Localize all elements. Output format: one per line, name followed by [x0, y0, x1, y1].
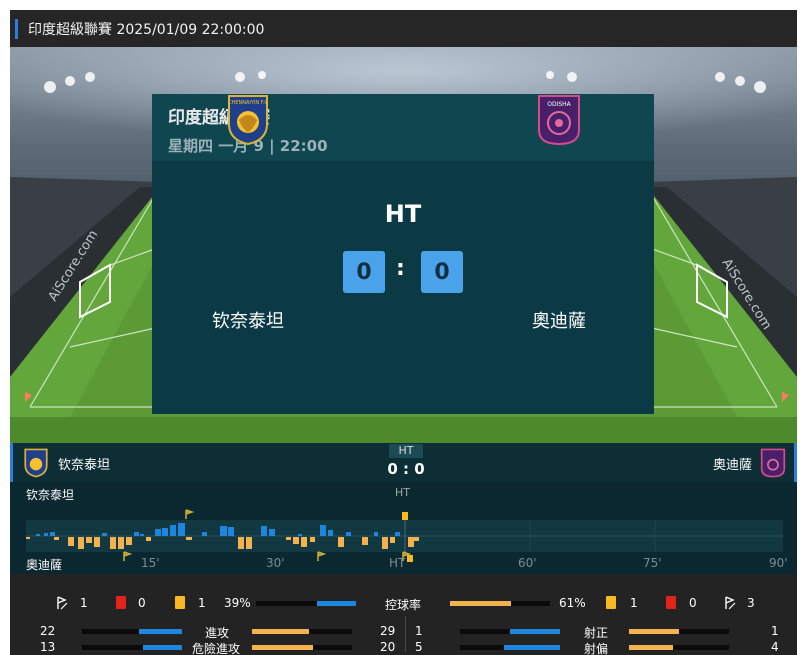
corner-flag-icon — [317, 551, 327, 561]
away-off-target-bar — [629, 645, 729, 650]
away-possession: 61% — [559, 596, 586, 610]
home-possession: 39% — [224, 596, 251, 610]
title-bar: 印度超級聯賽 2025/01/09 22:00:00 — [10, 10, 797, 47]
away-shots-off-target: 4 — [771, 640, 779, 654]
score-separator: : — [396, 256, 405, 281]
score-text: 0 : 0 — [387, 460, 425, 478]
tick-label: 75' — [643, 556, 662, 570]
away-team-name[interactable]: 奧迪薩 — [489, 307, 629, 333]
home-yellow-cards: 1 — [198, 596, 206, 610]
home-possession-bar — [256, 601, 356, 606]
home-shots-on-target: 1 — [415, 624, 423, 638]
home-team-name[interactable]: 钦奈泰坦 — [178, 307, 318, 333]
home-team-logo[interactable]: CHENNAIYIN F.C — [225, 94, 271, 146]
tick-label: 60' — [518, 556, 537, 570]
stadium-background: AiScore.com AiScore.com 印度超級聯賽 星期四 一月 9 … — [10, 47, 797, 443]
away-corners: 3 — [747, 596, 755, 610]
home-score: 0 — [343, 251, 385, 293]
tick-label: 90' — [769, 556, 788, 570]
home-attacks-bar — [82, 629, 182, 634]
home-red-cards: 0 — [138, 596, 146, 610]
yellow-card-icon — [175, 596, 185, 609]
corner-kick-icon — [725, 596, 736, 610]
home-attacks: 22 — [40, 624, 56, 638]
home-dangerous-attacks: 13 — [40, 640, 56, 654]
off-target-label: 射偏 — [584, 642, 609, 655]
away-possession-bar — [450, 601, 550, 606]
away-attacks-bar — [252, 629, 352, 634]
away-score: 0 — [421, 251, 463, 293]
yellow-card-icon — [407, 555, 413, 562]
home-team-logo-small[interactable] — [23, 448, 49, 478]
home-shots-off-target: 5 — [415, 640, 423, 654]
yellow-card-icon — [402, 512, 408, 520]
away-team-logo[interactable]: ODISHA — [536, 94, 582, 146]
possession-label: 控球率 — [385, 598, 422, 612]
corner-kick-icon — [57, 596, 68, 610]
match-card: 印度超級聯賽 星期四 一月 9 | 22:00 HT CHENNAIYIN F.… — [152, 94, 654, 414]
svg-text:ODISHA: ODISHA — [547, 101, 571, 108]
tick-label: HT — [389, 556, 406, 570]
match-widget: 印度超級聯賽 2025/01/09 22:00:00 AiScore.com A… — [10, 10, 797, 655]
stats-panel: 1 0 1 39% 控球率 61% 1 0 3 22 進攻 29 13 危險進攻… — [10, 574, 797, 655]
away-team-logo-small[interactable] — [760, 448, 786, 478]
red-card-icon — [666, 596, 676, 609]
away-shots-on-target: 1 — [771, 624, 779, 638]
score-summary-bar: 钦奈泰坦 HT 0 : 0 奧迪薩 — [10, 443, 797, 482]
away-on-target-bar — [629, 629, 729, 634]
home-on-target-bar — [460, 629, 560, 634]
home-dangerous-bar — [82, 645, 182, 650]
dangerous-attacks-label: 危險進攻 — [192, 642, 241, 655]
stats-divider — [405, 616, 406, 652]
timeline-away-label: 奧迪薩 — [26, 558, 63, 572]
corner-flag-icon — [123, 551, 133, 561]
match-timeline: 钦奈泰坦 HT 奧迪薩 15' 30' HT 60' 75' 90' — [10, 482, 797, 574]
corner-flag-icon — [185, 509, 195, 519]
page-title: 印度超級聯賽 2025/01/09 22:00:00 — [28, 21, 265, 38]
home-off-target-bar — [460, 645, 560, 650]
on-target-label: 射正 — [584, 626, 609, 640]
away-team-name-small[interactable]: 奧迪薩 — [713, 454, 752, 473]
red-card-icon — [116, 596, 126, 609]
away-yellow-cards: 1 — [630, 596, 638, 610]
home-corners: 1 — [80, 596, 88, 610]
away-dangerous-attacks: 20 — [380, 640, 396, 654]
tick-label: 15' — [141, 556, 160, 570]
match-status: HT — [384, 200, 422, 228]
away-attacks: 29 — [380, 624, 396, 638]
title-accent — [15, 18, 18, 39]
away-red-cards: 0 — [689, 596, 697, 610]
match-status-small: HT — [389, 444, 423, 458]
away-dangerous-bar — [252, 645, 352, 650]
yellow-card-icon — [606, 596, 616, 609]
svg-text:CHENNAIYIN F.C: CHENNAIYIN F.C — [228, 100, 268, 106]
attacks-label: 進攻 — [205, 626, 230, 640]
tick-label: 30' — [266, 556, 285, 570]
home-team-name-small[interactable]: 钦奈泰坦 — [58, 454, 110, 473]
